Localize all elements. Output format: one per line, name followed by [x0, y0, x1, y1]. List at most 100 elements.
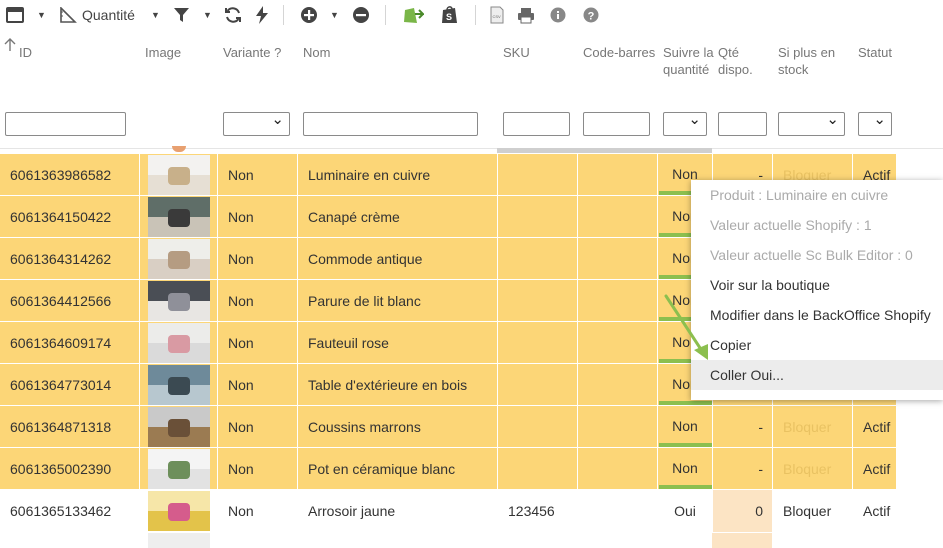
variant-cell[interactable]: Non: [218, 448, 298, 490]
variant-cell[interactable]: Non: [218, 406, 298, 448]
image-cell[interactable]: [140, 322, 218, 364]
table-row[interactable]: 6061365133462 Non Arrosoir jaune 123456 Oui 0…: [0, 490, 897, 532]
sku-cell[interactable]: [498, 448, 578, 490]
column-header-id[interactable]: ID: [19, 44, 32, 61]
help-icon[interactable]: ?: [583, 4, 599, 26]
add-dropdown-caret-icon[interactable]: ▼: [330, 4, 339, 26]
variant-cell[interactable]: Non: [218, 196, 298, 238]
sort-asc-icon[interactable]: [4, 38, 16, 56]
image-cell[interactable]: [140, 448, 218, 490]
name-cell[interactable]: Luminaire en cuivre: [298, 154, 498, 196]
variant-cell[interactable]: Non: [218, 154, 298, 196]
variant-cell[interactable]: Non: [218, 490, 298, 532]
column-header-variant[interactable]: Variante ?: [223, 44, 281, 61]
quantity-dropdown-caret-icon[interactable]: ▼: [151, 4, 160, 26]
quantity-selector[interactable]: Quantité: [60, 4, 135, 26]
id-cell[interactable]: 6061363986582: [0, 154, 140, 196]
print-icon[interactable]: [517, 4, 535, 26]
name-cell[interactable]: Arrosoir jaune: [298, 490, 498, 532]
column-header-name[interactable]: Nom: [303, 44, 330, 61]
name-cell[interactable]: Table d'extérieure en bois: [298, 364, 498, 406]
available-qty-cell[interactable]: -: [713, 448, 773, 490]
image-cell[interactable]: [140, 406, 218, 448]
refresh-icon[interactable]: [224, 4, 242, 26]
available-qty-filter-input[interactable]: [718, 112, 767, 136]
track-quantity-cell[interactable]: Non: [658, 406, 713, 448]
context-menu-view-store[interactable]: Voir sur la boutique: [691, 270, 943, 300]
status-cell[interactable]: Actif: [853, 448, 897, 490]
variant-cell[interactable]: Non: [218, 322, 298, 364]
barcode-cell[interactable]: [578, 448, 658, 490]
column-header-image[interactable]: Image: [145, 44, 181, 61]
lightning-icon[interactable]: [255, 4, 269, 26]
status-filter-select[interactable]: [858, 110, 892, 136]
status-cell[interactable]: Actif: [853, 490, 897, 532]
column-header-available-qty[interactable]: Qté dispo.: [718, 44, 766, 78]
name-cell[interactable]: Fauteuil rose: [298, 322, 498, 364]
image-cell[interactable]: [140, 238, 218, 280]
sku-cell[interactable]: [498, 196, 578, 238]
layout-icon[interactable]: [6, 4, 24, 26]
shopify-sync-icon[interactable]: [402, 4, 424, 26]
name-cell[interactable]: Canapé crème: [298, 196, 498, 238]
filter-dropdown-caret-icon[interactable]: ▼: [203, 4, 212, 26]
available-qty-cell[interactable]: -: [713, 406, 773, 448]
variant-cell[interactable]: Non: [218, 238, 298, 280]
barcode-cell[interactable]: [578, 364, 658, 406]
name-cell[interactable]: Commode antique: [298, 238, 498, 280]
variant-filter-select[interactable]: [223, 110, 290, 136]
barcode-cell[interactable]: [578, 490, 658, 532]
id-cell[interactable]: 6061364871318: [0, 406, 140, 448]
table-row[interactable]: 6061364871318 Non Coussins marrons Non - Bloq…: [0, 406, 897, 448]
id-cell[interactable]: 6061365002390: [0, 448, 140, 490]
shopify-bag-icon[interactable]: S: [441, 4, 459, 26]
name-cell[interactable]: Pot en céramique blanc: [298, 448, 498, 490]
sku-cell[interactable]: [498, 406, 578, 448]
status-cell[interactable]: Actif: [853, 406, 897, 448]
sku-filter-input[interactable]: [503, 112, 570, 136]
image-cell[interactable]: [140, 490, 218, 532]
available-qty-cell[interactable]: 0: [713, 490, 773, 532]
variant-cell[interactable]: Non: [218, 280, 298, 322]
column-header-track-quantity[interactable]: Suivre la quantité: [663, 44, 717, 78]
add-icon[interactable]: [300, 4, 318, 26]
sku-cell[interactable]: [498, 238, 578, 280]
image-cell[interactable]: [140, 196, 218, 238]
stock-policy-cell[interactable]: Bloquer: [773, 406, 853, 448]
barcode-cell[interactable]: [578, 406, 658, 448]
id-cell[interactable]: 6061364150422: [0, 196, 140, 238]
track-quantity-cell[interactable]: Oui: [658, 490, 713, 532]
barcode-cell[interactable]: [578, 238, 658, 280]
barcode-cell[interactable]: [578, 280, 658, 322]
column-header-barcode[interactable]: Code-barres: [583, 44, 655, 61]
id-cell[interactable]: 6061365133462: [0, 490, 140, 532]
filter-icon[interactable]: [173, 4, 190, 26]
sku-cell[interactable]: [498, 364, 578, 406]
track-quantity-filter-select[interactable]: [663, 110, 707, 136]
info-icon[interactable]: [550, 4, 566, 26]
id-cell[interactable]: 6061364609174: [0, 322, 140, 364]
id-cell[interactable]: 6061364773014: [0, 364, 140, 406]
variant-cell[interactable]: Non: [218, 364, 298, 406]
id-cell[interactable]: 6061364314262: [0, 238, 140, 280]
id-filter-input[interactable]: [5, 112, 126, 136]
stock-policy-cell[interactable]: Bloquer: [773, 490, 853, 532]
sku-cell[interactable]: [498, 154, 578, 196]
image-cell[interactable]: [140, 364, 218, 406]
track-quantity-cell[interactable]: Non: [658, 448, 713, 490]
name-cell[interactable]: Parure de lit blanc: [298, 280, 498, 322]
sku-cell[interactable]: 123456: [498, 490, 578, 532]
context-menu-copy[interactable]: Copier: [691, 330, 943, 360]
image-cell[interactable]: [140, 154, 218, 196]
sku-cell[interactable]: [498, 322, 578, 364]
layout-dropdown-caret-icon[interactable]: ▼: [37, 4, 46, 26]
sku-cell[interactable]: [498, 280, 578, 322]
id-cell[interactable]: 6061364412566: [0, 280, 140, 322]
context-menu-edit-backoffice[interactable]: Modifier dans le BackOffice Shopify: [691, 300, 943, 330]
image-cell[interactable]: [140, 280, 218, 322]
barcode-cell[interactable]: [578, 322, 658, 364]
column-header-status[interactable]: Statut: [858, 44, 892, 61]
context-menu-paste-yes[interactable]: Coller Oui...: [691, 360, 943, 390]
remove-icon[interactable]: [352, 4, 370, 26]
barcode-cell[interactable]: [578, 154, 658, 196]
